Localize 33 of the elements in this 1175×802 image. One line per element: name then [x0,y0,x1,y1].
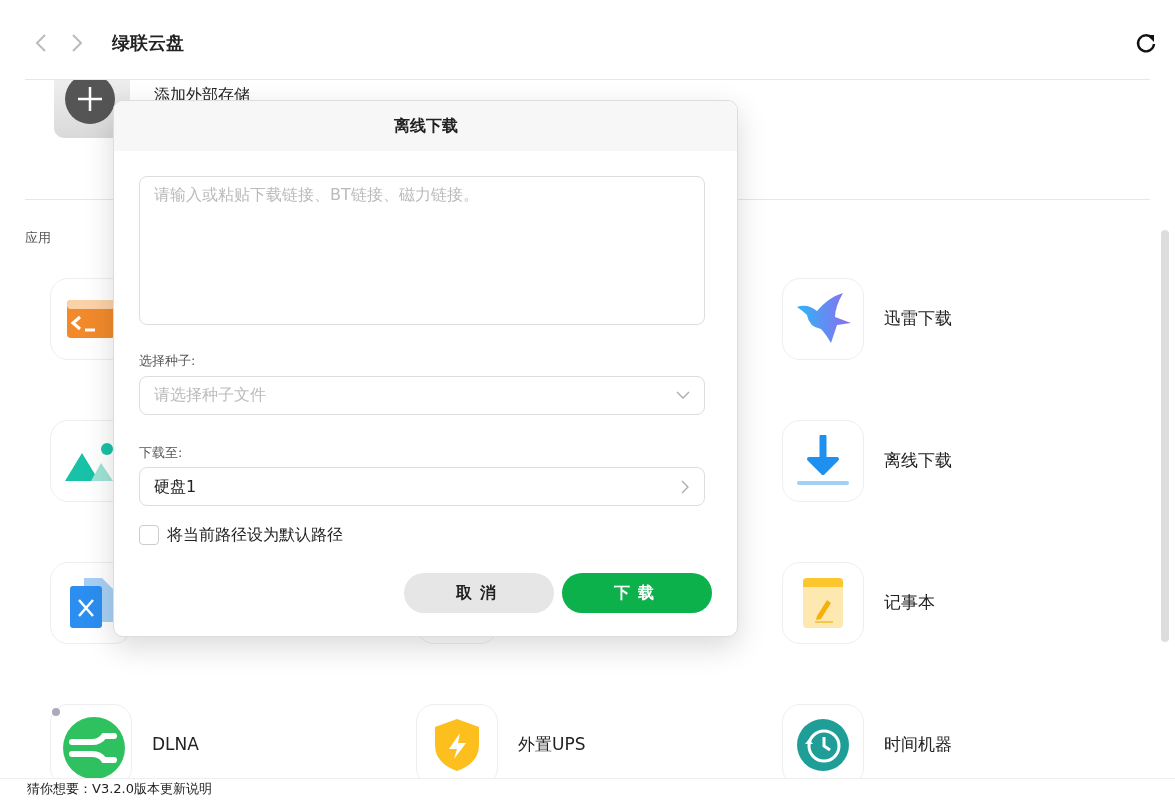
app-label[interactable]: 外置UPS [518,731,586,758]
shield-icon [435,718,479,771]
app-tile[interactable] [782,419,864,502]
add-icon[interactable] [65,80,115,124]
checkbox[interactable] [139,525,159,545]
scrollbar[interactable] [1161,230,1169,642]
chevron-right-icon [680,479,690,494]
app-tile[interactable] [416,703,498,778]
download-icon [797,434,849,487]
app-tile[interactable] [782,703,864,778]
destination-field[interactable]: 硬盘1 [139,467,705,506]
chevron-down-icon [676,390,690,400]
app-tile[interactable] [782,277,864,360]
section-label: 应用 [25,229,52,247]
app-label[interactable]: 离线下载 [884,447,952,474]
app-label[interactable]: DLNA [152,731,199,758]
app-label[interactable]: 记事本 [884,589,935,616]
field-label: 选择种子: [139,352,197,370]
bird-icon [795,292,851,345]
app-tile[interactable] [782,561,864,644]
clock-icon [797,718,849,771]
page-title: 绿联云盘 [112,31,184,55]
app-label[interactable]: 时间机器 [884,731,952,758]
app-tile[interactable] [50,703,132,778]
checkbox-label: 将当前路径设为默认路径 [167,524,343,546]
app-label[interactable]: 迅雷下载 [884,305,952,332]
notepad-icon [803,577,843,628]
dialog-title: 离线下载 [114,101,737,151]
field-label: 下载至: [139,443,184,462]
cancel-button[interactable]: 取消 [404,573,554,613]
update-link[interactable]: 猜你想要：V3.2.0版本更新说明 [27,781,212,796]
refresh-icon[interactable] [1135,31,1157,54]
link-input[interactable]: 请输入或粘贴下载链接、BT链接、磁力链接。 [139,176,705,325]
